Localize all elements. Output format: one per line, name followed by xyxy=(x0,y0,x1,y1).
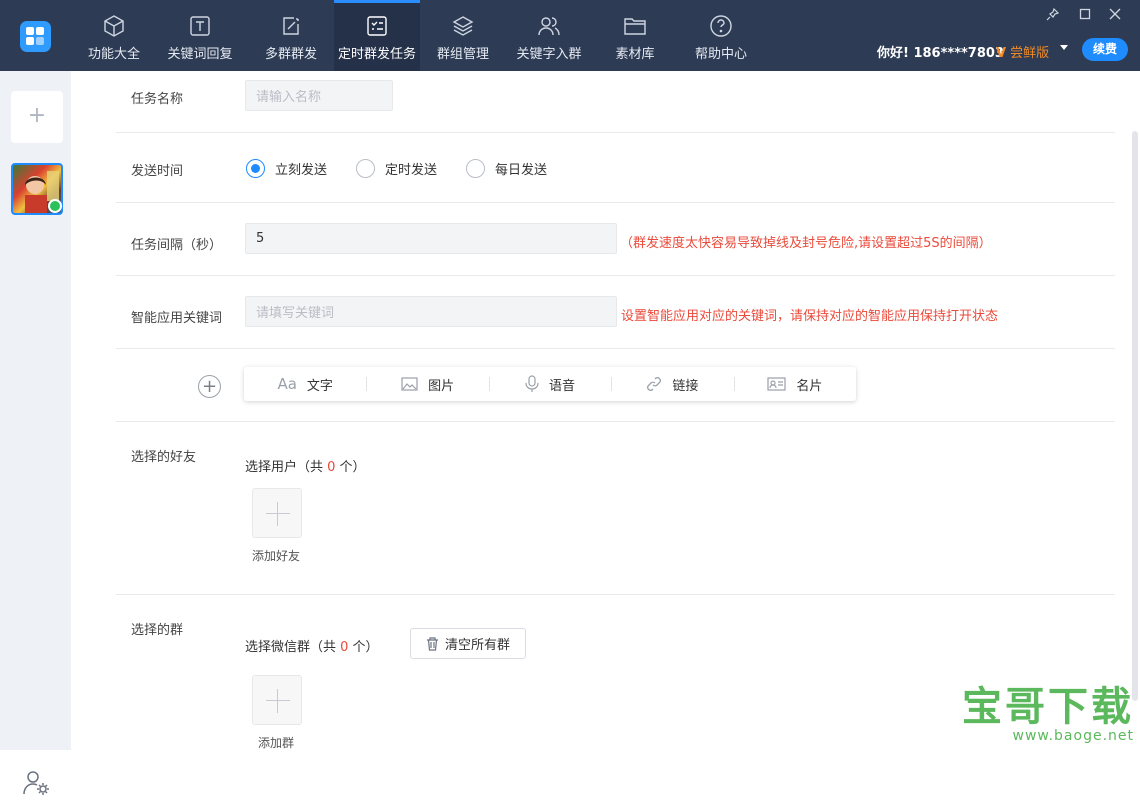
divider xyxy=(116,594,1115,595)
interval-input[interactable]: 5 xyxy=(245,223,617,254)
radio-circle xyxy=(356,159,375,178)
tool-voice-button[interactable]: 语音 xyxy=(488,367,611,401)
main-nav: 功能大全 关键词回复 多群群发 定时群发任务 群组管理 关键字入群 素材库 帮助… xyxy=(76,0,764,71)
text-t-icon xyxy=(189,14,211,38)
microphone-icon xyxy=(525,375,539,393)
nav-label: 定时群发任务 xyxy=(337,47,416,62)
tool-label: 名片 xyxy=(796,378,823,394)
friends-section-label: 选择的好友 xyxy=(131,450,197,465)
nav-label: 群组管理 xyxy=(436,47,489,62)
tool-card-button[interactable]: 名片 xyxy=(733,367,856,401)
radio-label: 立刻发送 xyxy=(275,163,328,178)
add-group-label: 添加群 xyxy=(258,736,295,750)
tool-label: 文字 xyxy=(306,378,333,394)
selected-groups-count: 选择微信群（共 0 个） xyxy=(245,640,379,655)
image-icon xyxy=(401,377,418,391)
nav-label: 关键字入群 xyxy=(516,47,582,62)
add-friend-label: 添加好友 xyxy=(252,549,301,563)
watermark: 宝哥下载 www.baoge.net xyxy=(962,686,1134,744)
divider xyxy=(116,132,1115,133)
maximize-icon[interactable] xyxy=(1076,8,1094,26)
vertical-scrollbar[interactable] xyxy=(1132,131,1138,701)
add-group-button[interactable] xyxy=(252,675,302,725)
nav-label: 帮助中心 xyxy=(694,47,747,62)
radio-send-scheduled[interactable]: 定时发送 xyxy=(356,159,437,178)
tool-label: 语音 xyxy=(549,378,576,394)
tool-image-button[interactable]: 图片 xyxy=(366,367,488,401)
radio-label: 每日发送 xyxy=(495,163,548,178)
keyword-hint: 设置智能应用对应的关键词，请保持对应的智能应用保持打开状态 xyxy=(621,309,999,324)
help-icon xyxy=(709,14,733,38)
groups-section-label: 选择的群 xyxy=(131,623,184,638)
watermark-title: 宝哥下载 xyxy=(962,684,1134,730)
radio-label: 定时发送 xyxy=(385,163,438,178)
nav-label: 多群群发 xyxy=(264,47,317,62)
task-name-label: 任务名称 xyxy=(131,92,184,107)
app-logo xyxy=(20,21,51,52)
radio-send-now[interactable]: 立刻发送 xyxy=(246,159,327,178)
task-form: 任务名称 请输入名称 发送时间 立刻发送 定时发送 每日发送 任务间隔（秒） 5… xyxy=(71,71,1140,750)
renew-button[interactable]: 续费 xyxy=(1082,38,1128,61)
layers-icon xyxy=(451,14,475,38)
watermark-url: www.baoge.net xyxy=(1012,728,1134,744)
edit-icon xyxy=(280,14,302,38)
nav-keyword-reply[interactable]: 关键词回复 xyxy=(152,0,248,71)
nav-help-center[interactable]: 帮助中心 xyxy=(678,0,764,71)
divider xyxy=(116,348,1115,349)
radio-circle xyxy=(466,159,485,178)
divider xyxy=(116,275,1115,276)
vip-v-icon: V xyxy=(996,46,1007,61)
top-bar: 功能大全 关键词回复 多群群发 定时群发任务 群组管理 关键字入群 素材库 帮助… xyxy=(0,0,1140,71)
version-badge[interactable]: V 尝鲜版 xyxy=(996,42,1049,61)
keyword-label: 智能应用关键词 xyxy=(131,311,223,326)
user-greeting: 你好! 186****7803 xyxy=(877,46,1004,61)
online-status-indicator xyxy=(48,199,62,213)
content-type-toolbar: Aa 文字 图片 语音 链接 名片 xyxy=(244,367,856,401)
chevron-down-icon[interactable] xyxy=(1060,45,1068,50)
divider xyxy=(116,202,1115,203)
contact-card-icon xyxy=(767,377,786,391)
version-label: 尝鲜版 xyxy=(1010,46,1050,61)
nav-scheduled-task[interactable]: 定时群发任务 xyxy=(334,0,420,71)
tool-link-button[interactable]: 链接 xyxy=(611,367,733,401)
nav-label: 功能大全 xyxy=(87,47,140,62)
link-icon xyxy=(646,376,662,392)
tool-label: 链接 xyxy=(672,378,699,394)
account-sidebar: + xyxy=(0,71,71,795)
close-icon[interactable] xyxy=(1106,8,1124,26)
user-settings-icon[interactable] xyxy=(22,768,52,798)
trash-icon xyxy=(426,636,439,651)
nav-material-library[interactable]: 素材库 xyxy=(592,0,678,71)
radio-send-daily[interactable]: 每日发送 xyxy=(466,159,547,178)
text-aa-icon: Aa xyxy=(277,375,297,393)
nav-multi-group-send[interactable]: 多群群发 xyxy=(248,0,334,71)
clear-label: 清空所有群 xyxy=(444,638,510,653)
nav-group-management[interactable]: 群组管理 xyxy=(420,0,506,71)
add-account-button[interactable]: + xyxy=(11,91,63,143)
send-time-label: 发送时间 xyxy=(131,164,184,179)
nav-label: 关键词回复 xyxy=(167,47,233,62)
nav-label: 素材库 xyxy=(615,47,655,62)
add-content-button[interactable]: + xyxy=(198,375,221,398)
task-name-input[interactable]: 请输入名称 xyxy=(245,80,393,111)
clear-all-groups-button[interactable]: 清空所有群 xyxy=(410,628,526,659)
folder-icon xyxy=(623,14,647,38)
tool-text-button[interactable]: Aa 文字 xyxy=(244,367,366,401)
interval-label: 任务间隔（秒） xyxy=(131,238,223,253)
pin-icon[interactable] xyxy=(1043,7,1061,26)
cube-icon xyxy=(102,14,126,38)
selected-users-count: 选择用户（共 0 个） xyxy=(245,460,366,475)
nav-keyword-join-group[interactable]: 关键字入群 xyxy=(506,0,592,71)
add-friend-button[interactable] xyxy=(252,488,302,538)
nav-feature-center[interactable]: 功能大全 xyxy=(76,0,152,71)
interval-warning: （群发速度太快容易导致掉线及封号危险,请设置超过5S的间隔） xyxy=(620,236,992,251)
users-icon xyxy=(537,14,561,38)
radio-circle xyxy=(246,159,265,178)
task-list-icon xyxy=(366,14,388,38)
divider xyxy=(116,421,1115,422)
tool-label: 图片 xyxy=(428,378,455,394)
keyword-input[interactable]: 请填写关键词 xyxy=(245,296,617,327)
